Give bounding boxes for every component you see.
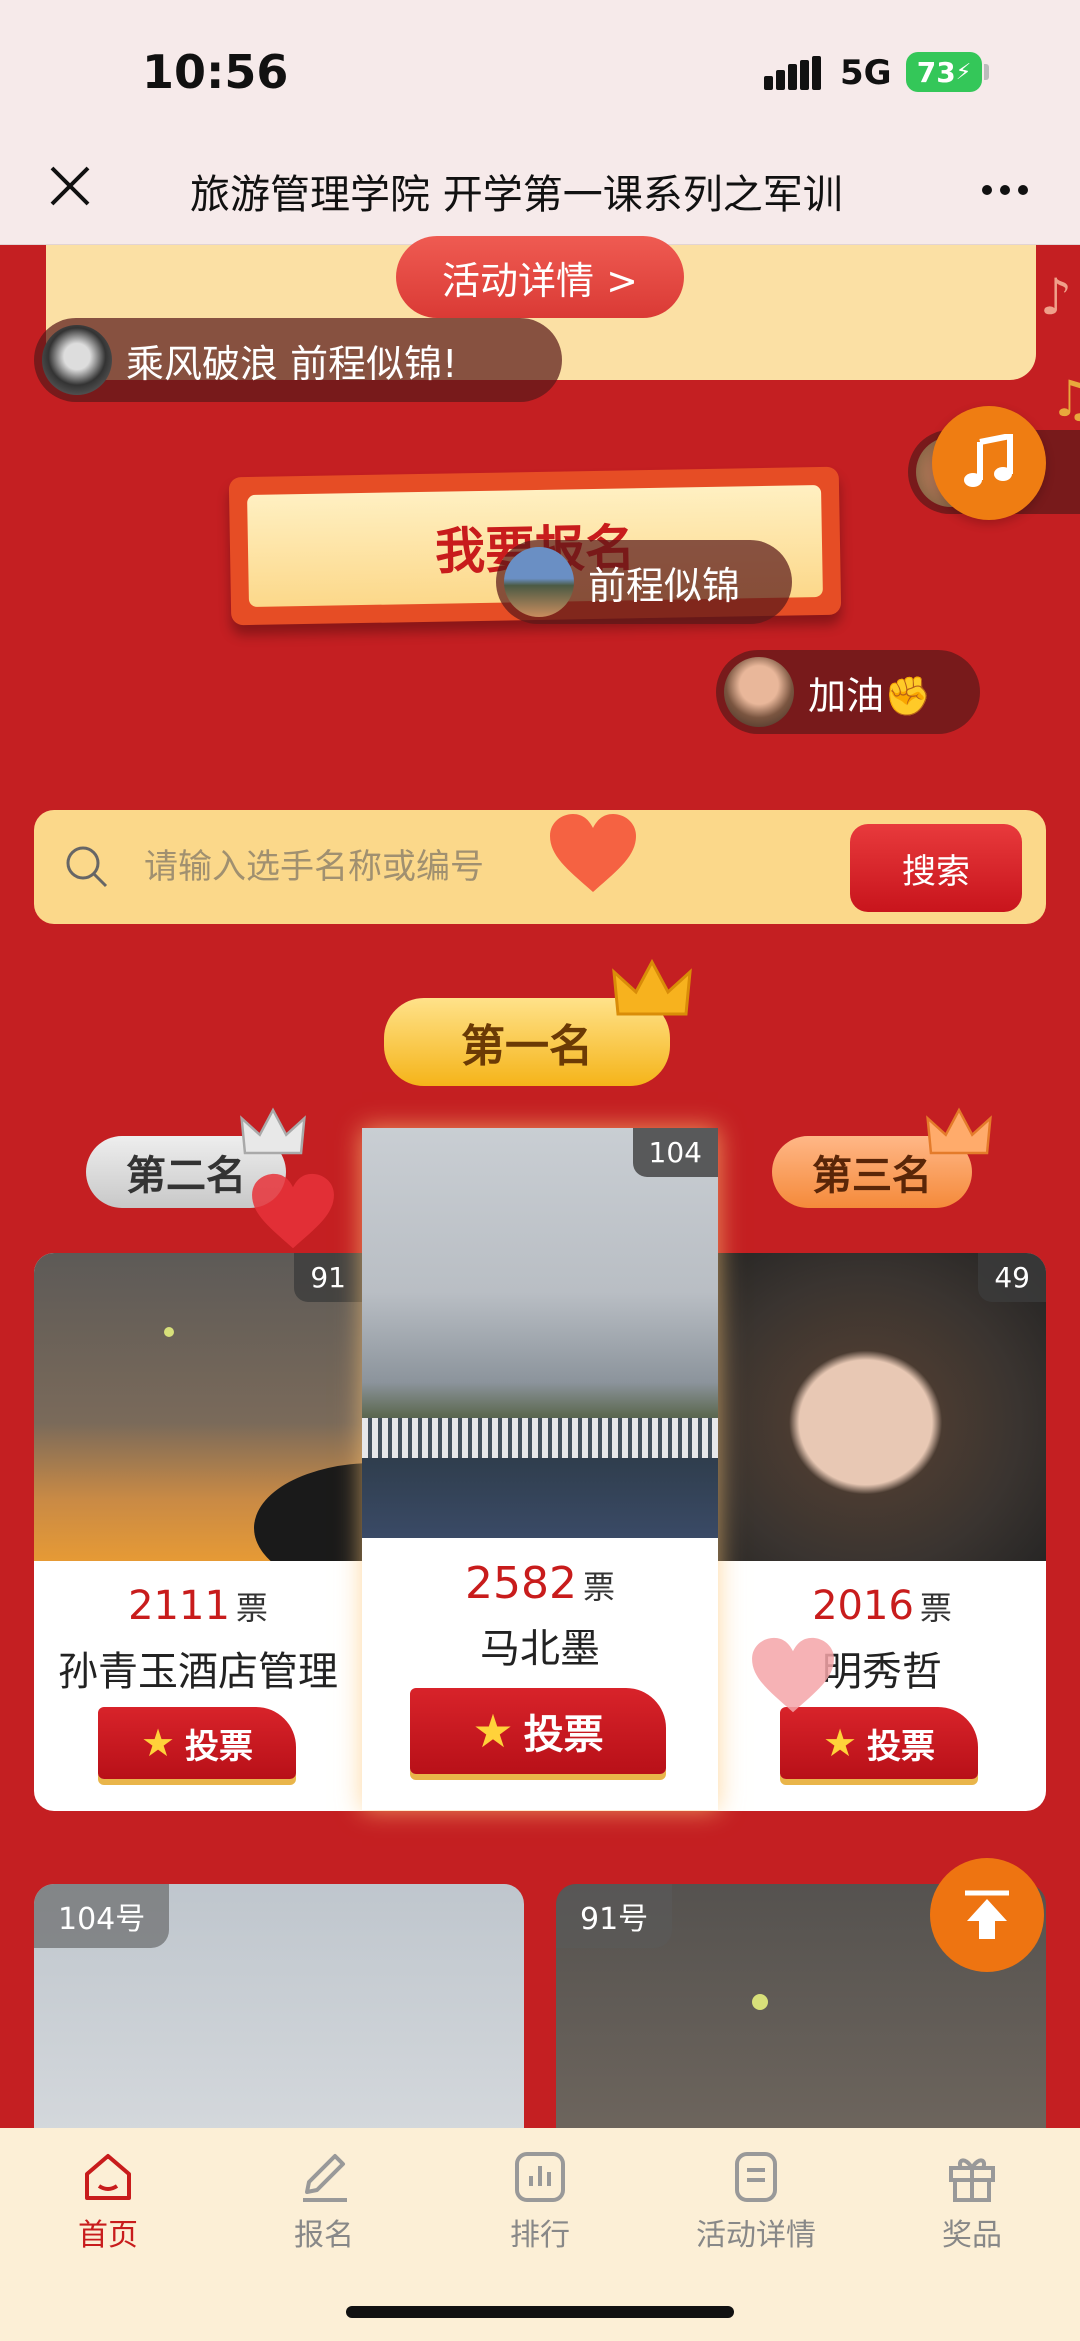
battery-cap bbox=[984, 64, 989, 80]
vote-button[interactable]: ★ 投票 bbox=[98, 1707, 296, 1779]
contestant-second[interactable]: 91 2111 票 孙青玉酒店管理 ★ 投票 bbox=[34, 1253, 362, 1811]
search-bar: 搜索 bbox=[34, 810, 1046, 924]
heart-icon bbox=[752, 1637, 834, 1713]
battery-level: 73 bbox=[916, 55, 956, 89]
tab-ranking[interactable]: 排行 bbox=[460, 2148, 620, 2254]
search-input[interactable] bbox=[144, 838, 604, 896]
document-icon bbox=[735, 2152, 777, 2202]
search-button[interactable]: 搜索 bbox=[850, 824, 1022, 912]
star-icon: ★ bbox=[472, 1704, 514, 1758]
tab-label: 报名 bbox=[294, 2218, 354, 2253]
contestant-name: 孙青玉酒店管理 bbox=[58, 1649, 338, 1695]
tab-activity-detail[interactable]: 活动详情 bbox=[676, 2148, 836, 2254]
vote-total: 2111 票 bbox=[128, 1583, 268, 1629]
barrage-message: 加油✊ bbox=[716, 650, 980, 734]
music-button[interactable] bbox=[932, 406, 1046, 520]
pencil-icon bbox=[303, 2154, 347, 2202]
music-note-icon: ♫ bbox=[1050, 370, 1080, 428]
crown-icon bbox=[240, 1107, 306, 1155]
barrage-message: 乘风破浪 前程似锦! bbox=[34, 318, 562, 402]
barrage-text: 加油✊ bbox=[808, 673, 932, 718]
barrage-message: 前程似锦 bbox=[496, 540, 792, 624]
more-icon[interactable] bbox=[982, 185, 1028, 195]
vote-total: 2016 票 bbox=[812, 1583, 952, 1629]
avatar bbox=[724, 657, 794, 727]
tab-label: 首页 bbox=[78, 2218, 138, 2253]
contestant-number: 91 bbox=[294, 1253, 362, 1302]
tab-prizes[interactable]: 奖品 bbox=[892, 2148, 1052, 2254]
network-type: 5G bbox=[840, 53, 892, 93]
contestant-third[interactable]: 49 2016 票 明秀哲 ★ 投票 bbox=[718, 1253, 1046, 1811]
tab-label: 排行 bbox=[510, 2218, 570, 2253]
search-icon bbox=[66, 846, 108, 888]
vote-button[interactable]: ★ 投票 bbox=[410, 1688, 666, 1774]
contestant-photo[interactable]: 91 bbox=[34, 1253, 362, 1561]
status-time: 10:56 bbox=[142, 45, 289, 99]
activity-detail-button[interactable]: 活动详情 > bbox=[396, 236, 684, 318]
contestant-photo[interactable]: 104 bbox=[362, 1128, 718, 1538]
heart-icon bbox=[550, 814, 636, 892]
home-indicator[interactable] bbox=[346, 2306, 734, 2318]
signal-icon bbox=[764, 56, 822, 90]
vote-total: 2582 票 bbox=[465, 1558, 615, 1609]
star-icon: ★ bbox=[140, 1721, 176, 1765]
crown-icon bbox=[612, 958, 692, 1016]
top-bar: 10:56 5G 73 ⚡ 旅游管理学院 开学第一课系列之军训 bbox=[0, 0, 1080, 245]
contestant-number: 49 bbox=[978, 1253, 1046, 1302]
contestant-number: 91号 bbox=[556, 1884, 673, 1948]
barrage-text: 乘风破浪 前程似锦! bbox=[126, 341, 458, 386]
tab-signup[interactable]: 报名 bbox=[244, 2148, 404, 2254]
crown-icon bbox=[926, 1107, 992, 1155]
tab-home[interactable]: 首页 bbox=[28, 2148, 188, 2254]
barrage-text: 前程似锦 bbox=[588, 563, 741, 608]
music-note-icon: ♪ bbox=[1040, 268, 1072, 326]
contestant-first[interactable]: 104 2582 票 马北墨 ★ 投票 bbox=[362, 1128, 718, 1810]
contestant-number: 104号 bbox=[34, 1884, 170, 1948]
page-title: 旅游管理学院 开学第一课系列之军训 bbox=[190, 172, 843, 218]
home-icon bbox=[85, 2154, 131, 2200]
chart-icon bbox=[515, 2152, 565, 2202]
close-icon[interactable] bbox=[44, 160, 96, 212]
heart-icon bbox=[252, 1173, 334, 1249]
back-to-top-button[interactable] bbox=[930, 1858, 1044, 1972]
tab-label: 活动详情 bbox=[696, 2218, 816, 2253]
avatar bbox=[42, 325, 112, 395]
star-icon: ★ bbox=[822, 1721, 858, 1765]
contestant-photo[interactable]: 49 bbox=[718, 1253, 1046, 1561]
avatar bbox=[504, 547, 574, 617]
tab-label: 奖品 bbox=[942, 2218, 1002, 2253]
contestant-card[interactable]: 104号 bbox=[34, 1884, 524, 2134]
vote-button[interactable]: ★ 投票 bbox=[780, 1707, 978, 1779]
battery-icon: 73 ⚡ bbox=[906, 52, 982, 92]
contestant-name: 马北墨 bbox=[480, 1626, 600, 1672]
gift-icon bbox=[949, 2158, 995, 2202]
arrow-up-icon bbox=[965, 1890, 1009, 1939]
contestant-number: 104 bbox=[632, 1128, 718, 1177]
music-note-icon bbox=[964, 434, 1013, 487]
